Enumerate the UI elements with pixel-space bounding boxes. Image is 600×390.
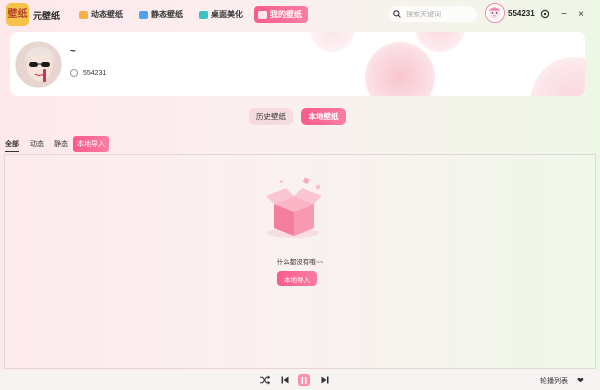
- nav-label: 动态壁纸: [91, 10, 123, 19]
- profile-uid: 554231: [83, 69, 107, 77]
- nav-dynamic-wallpaper[interactable]: 动态壁纸: [75, 6, 129, 23]
- uid-icon: [70, 69, 78, 77]
- my-wallpaper-icon: [258, 10, 267, 19]
- app-name: 元壁纸: [33, 11, 61, 21]
- nav-my-wallpaper[interactable]: 我的壁纸: [254, 6, 308, 23]
- nav-label: 我的壁纸: [270, 10, 302, 19]
- decor-blob: [310, 32, 355, 52]
- decor-blob: [365, 42, 435, 96]
- close-icon: ×: [578, 8, 584, 20]
- top-bar: 壁纸 元壁纸 动态壁纸 静态壁纸 桌面美化 我的壁纸 554231: [0, 0, 600, 30]
- previous-button[interactable]: [280, 374, 290, 386]
- profile-uid-row: 554231: [70, 69, 106, 77]
- pause-icon: [301, 376, 307, 384]
- user-name[interactable]: 554231: [508, 9, 535, 18]
- profile-nickname[interactable]: ~: [70, 46, 76, 57]
- avatar-face-icon: [488, 7, 501, 20]
- filter-dynamic[interactable]: 动态: [30, 139, 44, 149]
- local-import-button[interactable]: 本地导入: [73, 136, 109, 152]
- next-icon: [321, 376, 329, 384]
- heart-icon[interactable]: ❤: [577, 376, 584, 385]
- nav-label: 桌面美化: [211, 10, 243, 19]
- user-avatar[interactable]: [485, 3, 505, 23]
- profile-card: ~ 554231: [10, 32, 585, 96]
- dynamic-wallpaper-icon: [79, 10, 88, 19]
- history-wallpaper-tab[interactable]: 历史壁纸: [249, 108, 293, 125]
- decor-blob: [530, 57, 585, 96]
- decor-blob: [415, 32, 465, 52]
- filter-static[interactable]: 静态: [54, 139, 68, 149]
- nav-label: 静态壁纸: [151, 10, 183, 19]
- close-button[interactable]: ×: [575, 8, 587, 20]
- search-icon[interactable]: [393, 10, 401, 18]
- empty-box-icon: [266, 177, 322, 238]
- profile-photo: [16, 42, 61, 87]
- settings-icon: [540, 9, 550, 19]
- desktop-beautify-icon: [199, 10, 208, 19]
- previous-icon: [281, 376, 289, 384]
- search-box[interactable]: [389, 6, 477, 22]
- empty-message: 什么都没有哦~~: [276, 259, 324, 266]
- filter-all[interactable]: 全部: [5, 139, 19, 152]
- empty-import-button[interactable]: 本地导入: [277, 271, 317, 286]
- app-logo: 壁纸: [6, 3, 29, 26]
- nav-desktop-beautify[interactable]: 桌面美化: [195, 6, 249, 23]
- profile-avatar[interactable]: [15, 41, 62, 88]
- static-wallpaper-icon: [139, 10, 148, 19]
- next-button[interactable]: [320, 374, 330, 386]
- pause-button[interactable]: [298, 374, 310, 386]
- minimize-icon: −: [561, 8, 567, 20]
- search-input[interactable]: [406, 10, 470, 18]
- minimize-button[interactable]: −: [558, 8, 570, 20]
- shuffle-icon: [259, 375, 270, 385]
- shuffle-button[interactable]: [258, 374, 270, 386]
- playlist-button[interactable]: 轮播列表: [540, 376, 568, 386]
- nav-static-wallpaper[interactable]: 静态壁纸: [135, 6, 189, 23]
- settings-button[interactable]: [539, 8, 551, 20]
- local-wallpaper-tab[interactable]: 本地壁纸: [301, 108, 346, 125]
